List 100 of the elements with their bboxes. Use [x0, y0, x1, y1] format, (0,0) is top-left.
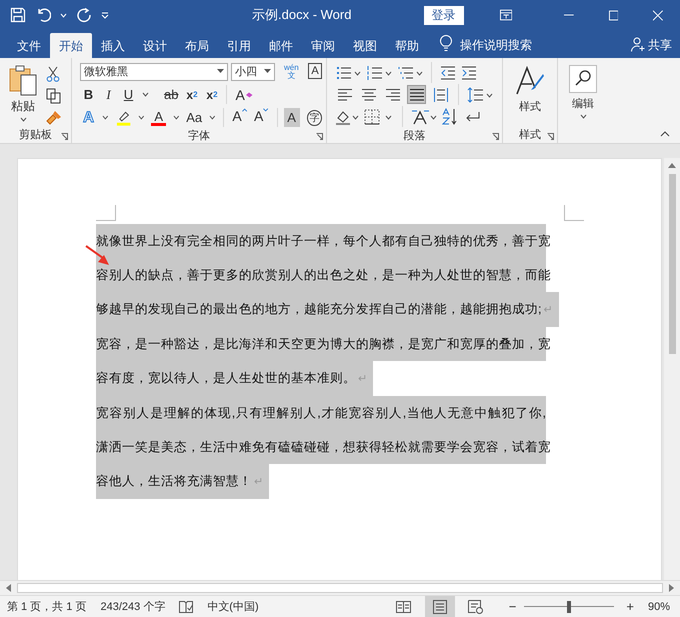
distribute-icon: [434, 88, 448, 102]
page-count[interactable]: 第 1 页，共 1 页: [7, 599, 86, 614]
language-label[interactable]: 中文(中国): [207, 599, 259, 614]
scroll-thumb[interactable]: [17, 583, 663, 593]
format-painter-icon[interactable]: [46, 110, 62, 125]
ribbon-tab[interactable]: 邮件: [260, 33, 302, 58]
pointer-arrow-icon: [85, 245, 111, 267]
caret-icon[interactable]: [142, 92, 149, 97]
superscript-button[interactable]: x$^{2}$: [203, 85, 220, 104]
share-button[interactable]: 共享: [648, 34, 672, 58]
minimize-icon[interactable]: [564, 14, 574, 16]
strikethrough-button[interactable]: ab: [162, 85, 180, 104]
caret-down-icon: [263, 108, 269, 112]
italic-button[interactable]: I: [100, 85, 117, 104]
ribbon-tab[interactable]: 插入: [92, 33, 134, 58]
ribbon-tab[interactable]: 审阅: [302, 33, 344, 58]
dialog-launcher-icon[interactable]: [61, 133, 68, 140]
caret-icon[interactable]: [138, 115, 145, 120]
align-button[interactable]: [407, 85, 426, 104]
proofing-icon[interactable]: [179, 600, 194, 612]
borders-icon[interactable]: [364, 108, 394, 124]
ribbon-tab[interactable]: 帮助: [386, 33, 428, 58]
margin-corner-icon: [96, 205, 116, 221]
view-button[interactable]: [424, 596, 455, 617]
caret-icon: [217, 69, 224, 74]
paragraph-mark-icon[interactable]: [465, 110, 481, 122]
ribbon-tab[interactable]: 开始: [50, 33, 92, 58]
tell-me-search[interactable]: 操作说明搜索: [460, 34, 532, 58]
group-label: 段落: [404, 128, 426, 142]
dialog-launcher-icon[interactable]: [547, 133, 554, 140]
align-center-icon: [362, 88, 376, 100]
scroll-left-icon[interactable]: [6, 584, 11, 592]
underline-button[interactable]: U: [120, 85, 137, 104]
font-size-field[interactable]: 小四: [231, 62, 275, 80]
customize-icon[interactable]: [101, 11, 109, 19]
character-border-button[interactable]: A: [308, 63, 322, 79]
ribbon-tab[interactable]: 视图: [344, 33, 386, 58]
grow-font-button[interactable]: A: [230, 108, 250, 127]
zoom-in-button[interactable]: +: [626, 599, 634, 614]
font-name-field[interactable]: 微软雅黑: [80, 62, 228, 80]
dialog-launcher-icon[interactable]: [316, 133, 323, 140]
person-icon[interactable]: [631, 37, 645, 52]
character-spacing-icon[interactable]: [411, 108, 437, 124]
collapse-ribbon-icon[interactable]: [660, 131, 670, 137]
scroll-up-icon[interactable]: [668, 163, 676, 168]
horizontal-scrollbar[interactable]: [0, 580, 680, 595]
caret-icon[interactable]: [208, 115, 216, 120]
copy-icon[interactable]: [46, 88, 61, 104]
numbering-icon[interactable]: [366, 64, 392, 80]
paste-button[interactable]: 粘贴: [8, 64, 38, 126]
print-layout-icon: [432, 600, 447, 614]
multilevel-list-icon[interactable]: [397, 64, 423, 80]
bullets-icon[interactable]: [335, 64, 361, 80]
caret-icon[interactable]: [172, 115, 180, 120]
shading-icon[interactable]: [335, 108, 359, 124]
zoom-level[interactable]: 90%: [648, 600, 670, 612]
character-shading-button[interactable]: A: [284, 108, 300, 127]
caret-icon: [580, 114, 586, 119]
ribbon-tab[interactable]: 设计: [134, 33, 176, 58]
editing-button[interactable]: 编辑: [569, 65, 597, 119]
zoom-out-button[interactable]: −: [508, 599, 516, 614]
align-button[interactable]: [431, 85, 450, 104]
sign-in-button[interactable]: 登录: [424, 6, 464, 24]
group-label: 剪贴板: [19, 128, 52, 142]
scissors-icon[interactable]: [46, 66, 60, 82]
group-label: 样式: [519, 128, 541, 142]
phonetic-guide-button[interactable]: wén 文: [284, 64, 299, 80]
ribbon-tab[interactable]: 引用: [218, 33, 260, 58]
styles-button[interactable]: 样式: [515, 66, 545, 114]
word-count[interactable]: 243/243 个字: [100, 599, 166, 614]
lightbulb-icon[interactable]: [440, 35, 452, 52]
highlighter-icon: [116, 110, 131, 126]
redo-icon[interactable]: [76, 7, 92, 23]
change-case-button[interactable]: Aa: [184, 108, 204, 127]
ribbon-tab[interactable]: 布局: [176, 33, 218, 58]
search-icon: [569, 65, 597, 93]
caret-icon: [264, 69, 271, 74]
group-label: 字体: [188, 128, 210, 142]
maximize-icon[interactable]: [608, 10, 618, 20]
ribbon-display-icon[interactable]: [500, 9, 512, 21]
eraser-icon: [244, 92, 253, 98]
shrink-font-button[interactable]: A: [252, 108, 271, 127]
bold-button[interactable]: B: [80, 85, 97, 104]
vertical-scrollbar[interactable]: [664, 158, 680, 580]
enclose-characters-button[interactable]: 字: [306, 110, 322, 126]
dialog-launcher-icon[interactable]: [492, 133, 499, 140]
save-icon[interactable]: [10, 7, 26, 23]
increase-indent-icon[interactable]: [461, 66, 477, 80]
ribbon-tab[interactable]: 文件: [8, 33, 50, 58]
line-spacing-icon[interactable]: [467, 86, 493, 102]
clear-formatting-button[interactable]: A: [233, 85, 255, 104]
zoom-slider-thumb[interactable]: [567, 600, 572, 612]
font-color-button[interactable]: A: [150, 108, 168, 127]
caret-up-icon: [242, 108, 248, 112]
caret-icon[interactable]: [102, 115, 109, 120]
scroll-thumb[interactable]: [668, 174, 676, 354]
margin-corner-icon: [564, 205, 584, 221]
scroll-right-icon[interactable]: [669, 584, 674, 592]
decrease-indent-icon[interactable]: [440, 66, 456, 80]
close-icon[interactable]: [653, 10, 664, 20]
